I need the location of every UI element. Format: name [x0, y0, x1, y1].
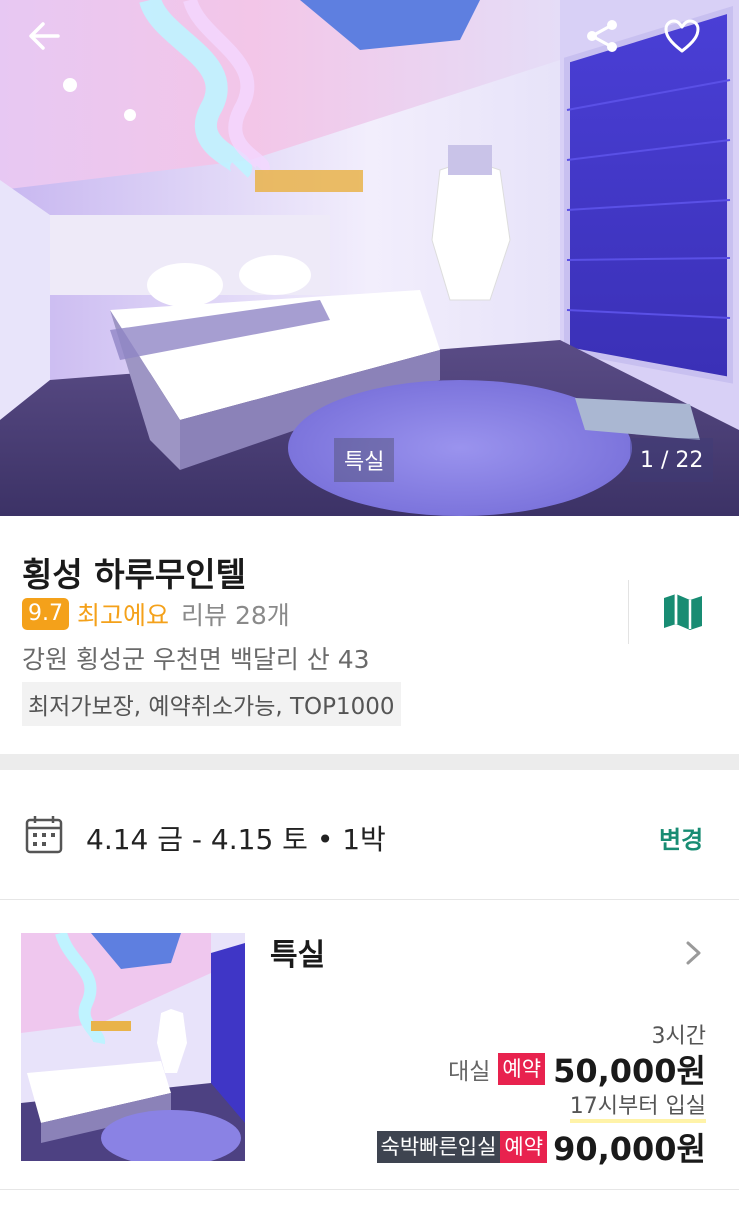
rating-row[interactable]: 9.7 최고에요 리뷰 28개 [22, 596, 290, 632]
rent-label: 대실 [448, 1059, 491, 1085]
share-icon [587, 20, 617, 52]
section-divider [0, 754, 739, 770]
arrow-left-icon [29, 22, 60, 50]
change-date-button[interactable]: 변경 [659, 820, 703, 855]
room-name[interactable]: 특실 [270, 930, 325, 974]
hotel-name: 횡성 하루무인텔 [22, 555, 247, 594]
review-count-link[interactable]: 리뷰 28개 [181, 596, 290, 632]
hotel-tags: 최저가보장, 예약취소가능, TOP1000 [22, 682, 401, 726]
room-thumbnail[interactable] [21, 933, 245, 1161]
checkin-time-note: 17시부터 입실 [569, 1095, 706, 1123]
room-thumbnail-image [21, 933, 245, 1161]
favorite-button[interactable] [658, 12, 706, 60]
rating-word: 최고에요 [77, 601, 170, 630]
rating-score-badge: 9.7 [22, 598, 69, 630]
share-button[interactable] [578, 12, 626, 60]
room-card[interactable]: 특실 3시간 대실 예약 50,000원 17시부터 입실 숙박빠른입실 예약 … [0, 900, 739, 1190]
rent-reserve-badge: 예약 [498, 1053, 546, 1085]
hotel-address: 강원 횡성군 우천면 백달리 산 43 [22, 645, 370, 674]
early-checkin-badge: 숙박빠른입실 [376, 1131, 501, 1163]
divider [628, 580, 629, 644]
heart-icon [664, 19, 700, 53]
room-photo-gallery[interactable]: 특실 1 / 22 [0, 0, 739, 516]
photo-counter: 1 / 22 [630, 438, 714, 482]
map-icon [664, 594, 702, 630]
photo-room-tag: 특실 [334, 438, 395, 482]
rent-price: 50,000원 [553, 1052, 706, 1090]
chevron-right-icon[interactable] [684, 940, 704, 966]
hotel-info: 횡성 하루무인텔 9.7 최고에요 리뷰 28개 강원 횡성군 우천면 백달리 … [0, 516, 739, 754]
back-button[interactable] [20, 12, 68, 60]
stay-date-selector[interactable]: 4.14 금 - 4.15 토 • 1박 변경 [0, 770, 739, 900]
stay-reserve-badge: 예약 [500, 1131, 548, 1163]
stay-date-range: 4.14 금 - 4.15 토 • 1박 [86, 823, 386, 856]
stay-price: 90,000원 [553, 1130, 706, 1168]
stay-price-row[interactable]: 숙박빠른입실 예약 90,000원 [376, 1124, 706, 1170]
map-button[interactable] [660, 592, 706, 632]
calendar-icon [25, 816, 63, 854]
rent-price-row[interactable]: 대실 예약 50,000원 [448, 1046, 706, 1092]
